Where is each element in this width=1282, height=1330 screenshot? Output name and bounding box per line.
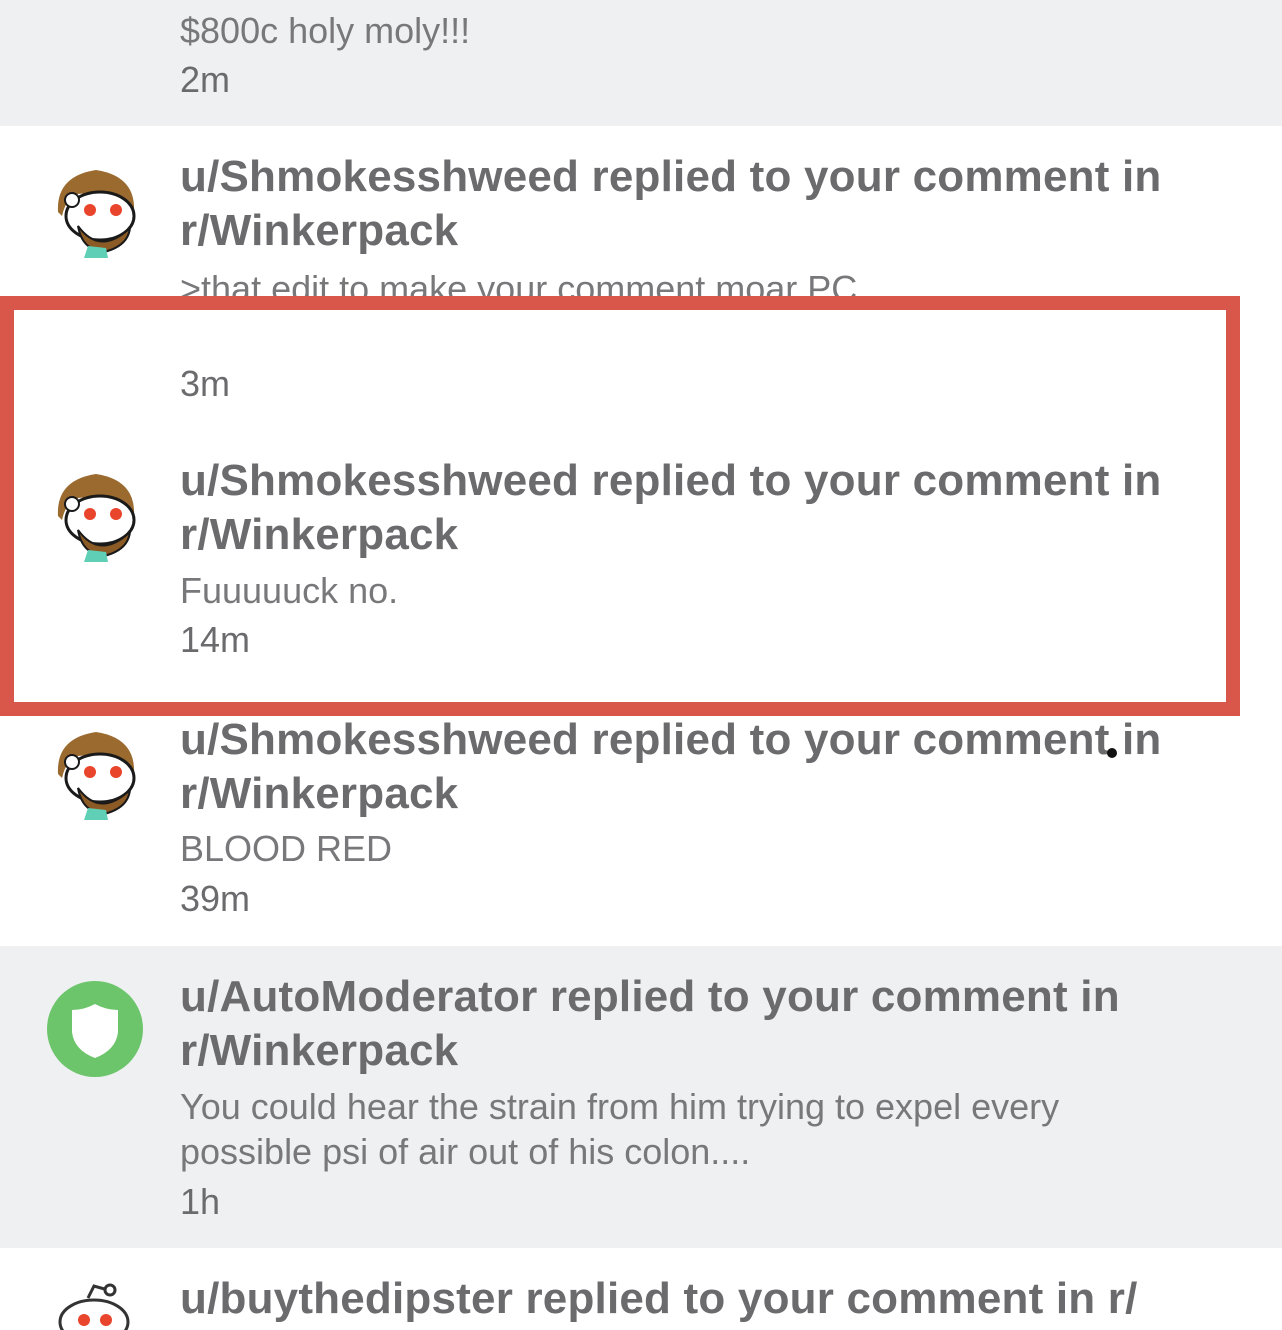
notification-time: 2m	[180, 59, 231, 100]
touch-indicator-dot	[1107, 748, 1117, 758]
inbox-screen: $800c holy moly!!! 2m u/Shmokesshweed re…	[0, 0, 1282, 1330]
notification-title-line2: r/Winkerpack	[180, 1026, 459, 1075]
snoo-bearded-avatar-icon	[48, 722, 144, 822]
shield-icon	[46, 980, 144, 1078]
notification-title-line1: u/Shmokesshweed replied to your comment …	[180, 456, 1162, 505]
notification-item[interactable]: $800c holy moly!!! 2m	[0, 0, 1282, 126]
notification-body: Fuuuuuck no.	[180, 570, 399, 611]
notification-time: 14m	[180, 619, 251, 660]
notification-title-line2: r/Winkerpack	[180, 510, 459, 559]
notification-item[interactable]: u/Shmokesshweed replied to your comment …	[0, 126, 1282, 420]
notification-title-line1: u/Shmokesshweed replied to your comment …	[180, 152, 1162, 201]
snoo-default-avatar-icon	[48, 1282, 144, 1330]
notification-body-line2: possible psi of air out of his colon....	[180, 1131, 751, 1172]
notification-time: 1h	[180, 1181, 221, 1222]
notification-time: 39m	[180, 878, 251, 919]
notification-title-line2: r/Winkerpack	[180, 769, 459, 818]
notification-body: BLOOD RED	[180, 828, 393, 869]
notification-item[interactable]: u/AutoModerator replied to your comment …	[0, 946, 1282, 1248]
notification-body-line1: You could hear the strain from him tryin…	[180, 1086, 1060, 1127]
notification-title-line1: u/Shmokesshweed replied to your comment …	[180, 715, 1162, 764]
notification-title-line1: u/buythedipster replied to your comment …	[180, 1274, 1138, 1323]
snoo-bearded-avatar-icon	[48, 464, 144, 564]
snoo-bearded-avatar-icon	[48, 160, 144, 260]
notification-body: >that edit to make your comment moar PC	[180, 268, 858, 309]
notification-body: $800c holy moly!!!	[180, 10, 471, 51]
notification-item[interactable]: u/buythedipster replied to your comment …	[0, 1248, 1282, 1330]
notification-title-line1: u/AutoModerator replied to your comment …	[180, 972, 1120, 1021]
notification-item[interactable]: u/Shmokesshweed replied to your comment …	[0, 715, 1282, 946]
notification-title-line2: r/Winkerpack	[180, 206, 459, 255]
notification-item[interactable]: u/Shmokesshweed replied to your comment …	[0, 420, 1282, 720]
notification-time: 3m	[180, 363, 231, 404]
